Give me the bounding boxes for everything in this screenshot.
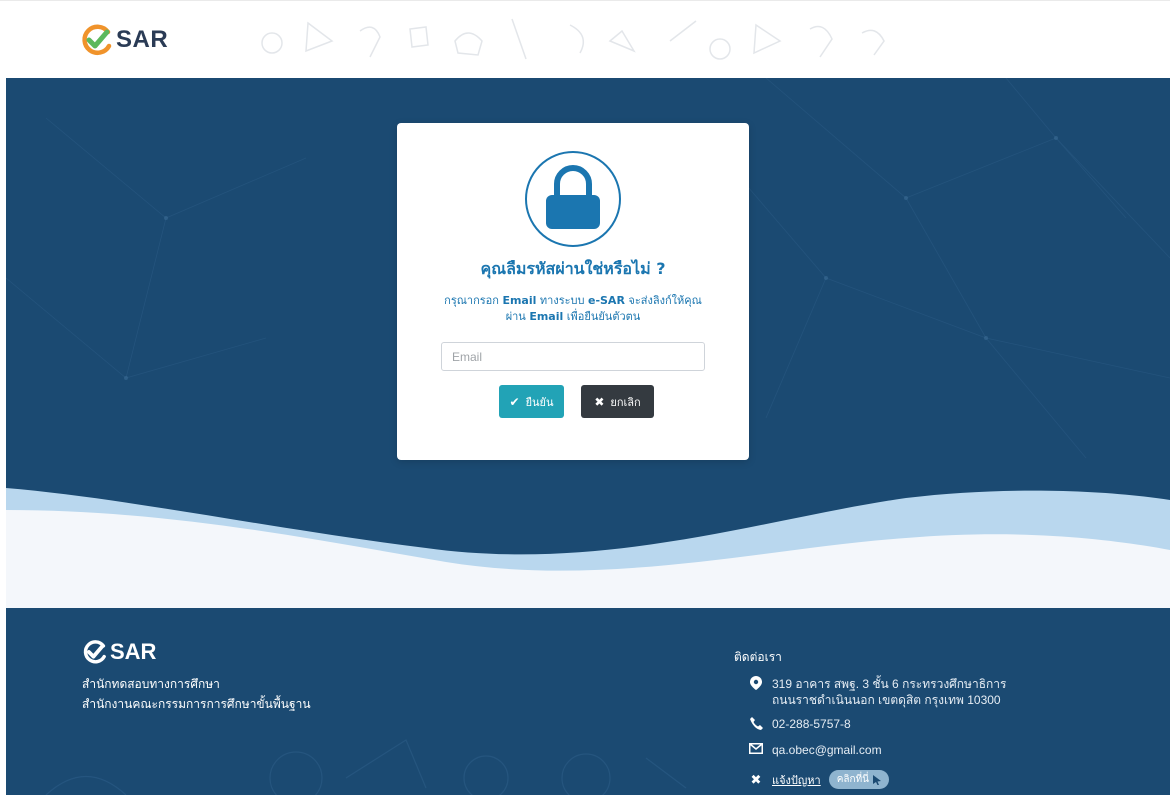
header-doodle-decoration (261, 18, 885, 60)
lock-icon (525, 151, 621, 247)
contact-address: 319 อาคาร สพฐ. 3 ชั้น 6 กระทรวงศึกษาธิกา… (748, 676, 1006, 708)
footer-esar-logo[interactable]: SAR (82, 639, 156, 665)
org-name-line1: สำนักทดสอบทางการศึกษา (82, 677, 220, 691)
page: SAR คุณลืมรหัสผ่านใช่หรือไม่ ? กรุณากรอก… (0, 0, 1170, 795)
desc-email-bold: Email (502, 294, 537, 307)
email-address[interactable]: qa.obec@gmail.com (772, 743, 882, 757)
confirm-button-label: ยืนยัน (525, 395, 554, 409)
desc-text: จะส่งลิงก์ให้คุณ (624, 294, 702, 307)
esar-logo[interactable]: SAR (80, 23, 168, 57)
logo-text: SAR (116, 26, 169, 53)
desc-text: ทางระบบ (536, 294, 588, 307)
desc-email-bold: Email (529, 310, 564, 323)
desc-text: ผ่าน (505, 310, 530, 323)
org-name-line2: สำนักงานคณะกรรมการการศึกษาขั้นพื้นฐาน (82, 697, 311, 711)
tools-icon: ✖ (750, 771, 762, 787)
address-line2: ถนนราชดำเนินนอก เขตดุสิต กรุงเทพ 10300 (772, 693, 1001, 707)
click-here-badge[interactable]: คลิกที่นี่ (828, 770, 890, 789)
card-description: กรุณากรอก Email ทางระบบ e-SAR จะส่งลิงก์… (437, 293, 709, 325)
phone-icon (748, 717, 764, 730)
click-here-label: คลิกที่นี่ (836, 774, 870, 785)
check-badge-icon (83, 640, 106, 664)
cancel-button-label: ยกเลิก (610, 395, 641, 409)
footer-logo-text: SAR (110, 639, 157, 664)
contact-email: qa.obec@gmail.com (748, 743, 882, 757)
desc-text: เพื่อยืนยันตัวตน (563, 310, 641, 323)
site-header: SAR (0, 0, 1170, 78)
site-footer: SAR สำนักทดสอบทางการศึกษา สำนักงานคณะกรร… (6, 608, 1170, 795)
check-icon: ✔ (509, 394, 520, 409)
cursor-icon (873, 774, 882, 785)
report-problem: ✖ แจ้งปัญหา คลิกที่นี่ (748, 770, 890, 789)
wave-decoration (6, 488, 1170, 608)
email-input[interactable] (441, 342, 705, 371)
card-title: คุณลืมรหัสผ่านใช่หรือไม่ ? (480, 259, 666, 278)
close-icon: ✖ (594, 394, 605, 409)
desc-text: กรุณากรอก (444, 294, 503, 307)
phone-number: 02-288-5757-8 (772, 717, 851, 731)
confirm-button[interactable]: ✔ ยืนยัน (499, 385, 564, 418)
check-badge-icon (82, 24, 112, 56)
map-pin-icon (748, 676, 764, 690)
forgot-password-card: คุณลืมรหัสผ่านใช่หรือไม่ ? กรุณากรอก Ema… (397, 123, 749, 460)
cancel-button[interactable]: ✖ ยกเลิก (581, 385, 654, 418)
contact-title: ติดต่อเรา (734, 650, 782, 664)
address-line1: 319 อาคาร สพฐ. 3 ชั้น 6 กระทรวงศึกษาธิกา… (772, 677, 1007, 691)
envelope-icon (748, 743, 764, 754)
desc-esar-bold: e-SAR (587, 294, 625, 307)
contact-phone: 02-288-5757-8 (748, 717, 851, 731)
report-problem-link[interactable]: แจ้งปัญหา (772, 771, 821, 789)
